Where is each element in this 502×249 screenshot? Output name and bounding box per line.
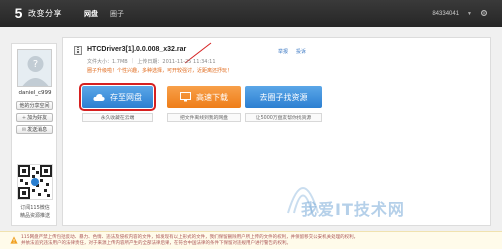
avatar[interactable]: ? xyxy=(17,49,52,87)
legal-notice: 115网盘严禁上传包括反动、暴力、色情、违法及侵权内容的文件，如发现有以上形式的… xyxy=(21,235,359,246)
envelope-icon: ✉ xyxy=(21,126,27,133)
share-space-label: 他的分享空间 xyxy=(19,103,50,109)
find-in-circle-button[interactable]: 去圈子找资源 xyxy=(245,86,322,108)
fast-download-button[interactable]: 高速下载 xyxy=(167,86,241,108)
archive-file-icon xyxy=(74,46,82,55)
file-name: HTCDriver3[1].0.0.008_x32.rar xyxy=(87,46,187,53)
nav-item-circle[interactable]: 圈子 xyxy=(110,9,124,19)
qr-code xyxy=(17,164,53,200)
legal-footer: 115网盘严禁上传包括反动、暴力、色情、违法及侵权内容的文件，如发现有以上形式的… xyxy=(0,231,502,249)
user-sidebar: ? daniel_c999 他的分享空间 + 加为好友 ✉ 发送消息 订阅115… xyxy=(11,43,57,226)
report-link[interactable]: 举报 xyxy=(278,48,288,55)
save-to-disk-label: 存至网盘 xyxy=(110,92,142,102)
file-panel: HTCDriver3[1].0.0.008_x32.rar 举报 投诉 文件大小… xyxy=(62,37,491,226)
top-bar: 5 改变分享 网盘 圈子 84334041 ▼ xyxy=(0,0,502,27)
username[interactable]: daniel_c999 xyxy=(12,90,58,96)
cloud-icon xyxy=(93,93,105,101)
save-to-disk-button[interactable]: 存至网盘 xyxy=(79,83,156,111)
find-in-circle-label: 去圈子找资源 xyxy=(259,92,308,102)
circle-subtitle: 让5000万盘友帮你找资源 xyxy=(245,113,322,122)
add-friend-button[interactable]: + 加为好友 xyxy=(16,113,53,122)
send-message-label: 发送消息 xyxy=(27,127,48,133)
logo-mark: 5 xyxy=(14,5,23,21)
user-menu[interactable]: 84334041 ▼ xyxy=(432,9,488,19)
logo-text: 改变分享 xyxy=(28,9,62,18)
save-subtitle: 永久收藏在云端 xyxy=(82,113,153,122)
upload-date: 上传日期：2011-11-25 11:34:11 xyxy=(137,59,216,65)
plus-icon: + xyxy=(21,114,27,121)
fast-download-label: 高速下载 xyxy=(196,92,228,102)
nav-item-disk[interactable]: 网盘 xyxy=(84,9,98,19)
add-friend-label: 加为好友 xyxy=(27,115,48,121)
file-meta: 文件大小：1.7MB | 上传日期：2011-11-25 11:34:11 xyxy=(87,58,216,65)
svg-text:?: ? xyxy=(33,59,38,70)
download-subtitle: 把文件离线到我的网盘 xyxy=(167,113,241,122)
chevron-down-icon[interactable]: ▼ xyxy=(467,11,472,17)
user-id[interactable]: 84334041 xyxy=(432,11,459,17)
circle-notice[interactable]: 圈子升级啦！个性兴趣，多种选择，可开较强讨，近距离还抒玩！ xyxy=(87,67,232,74)
complaint-link[interactable]: 投诉 xyxy=(296,48,306,55)
logo[interactable]: 5 改变分享 xyxy=(12,5,62,22)
file-links: 举报 投诉 xyxy=(278,48,306,55)
file-size: 文件大小：1.7MB xyxy=(87,59,128,65)
watermark-text: 我爱IT技术网 xyxy=(301,200,405,219)
qr-caption-subscribe: 订阅115微信 xyxy=(20,205,50,211)
share-space-button[interactable]: 他的分享空间 xyxy=(16,101,53,110)
gear-icon[interactable] xyxy=(480,9,488,19)
send-message-button[interactable]: ✉ 发送消息 xyxy=(16,125,53,134)
monitor-icon xyxy=(180,92,191,102)
warning-icon xyxy=(10,236,18,244)
qr-caption-push: 精品资源推送 xyxy=(19,213,50,219)
main-nav: 网盘 圈子 xyxy=(84,9,124,19)
